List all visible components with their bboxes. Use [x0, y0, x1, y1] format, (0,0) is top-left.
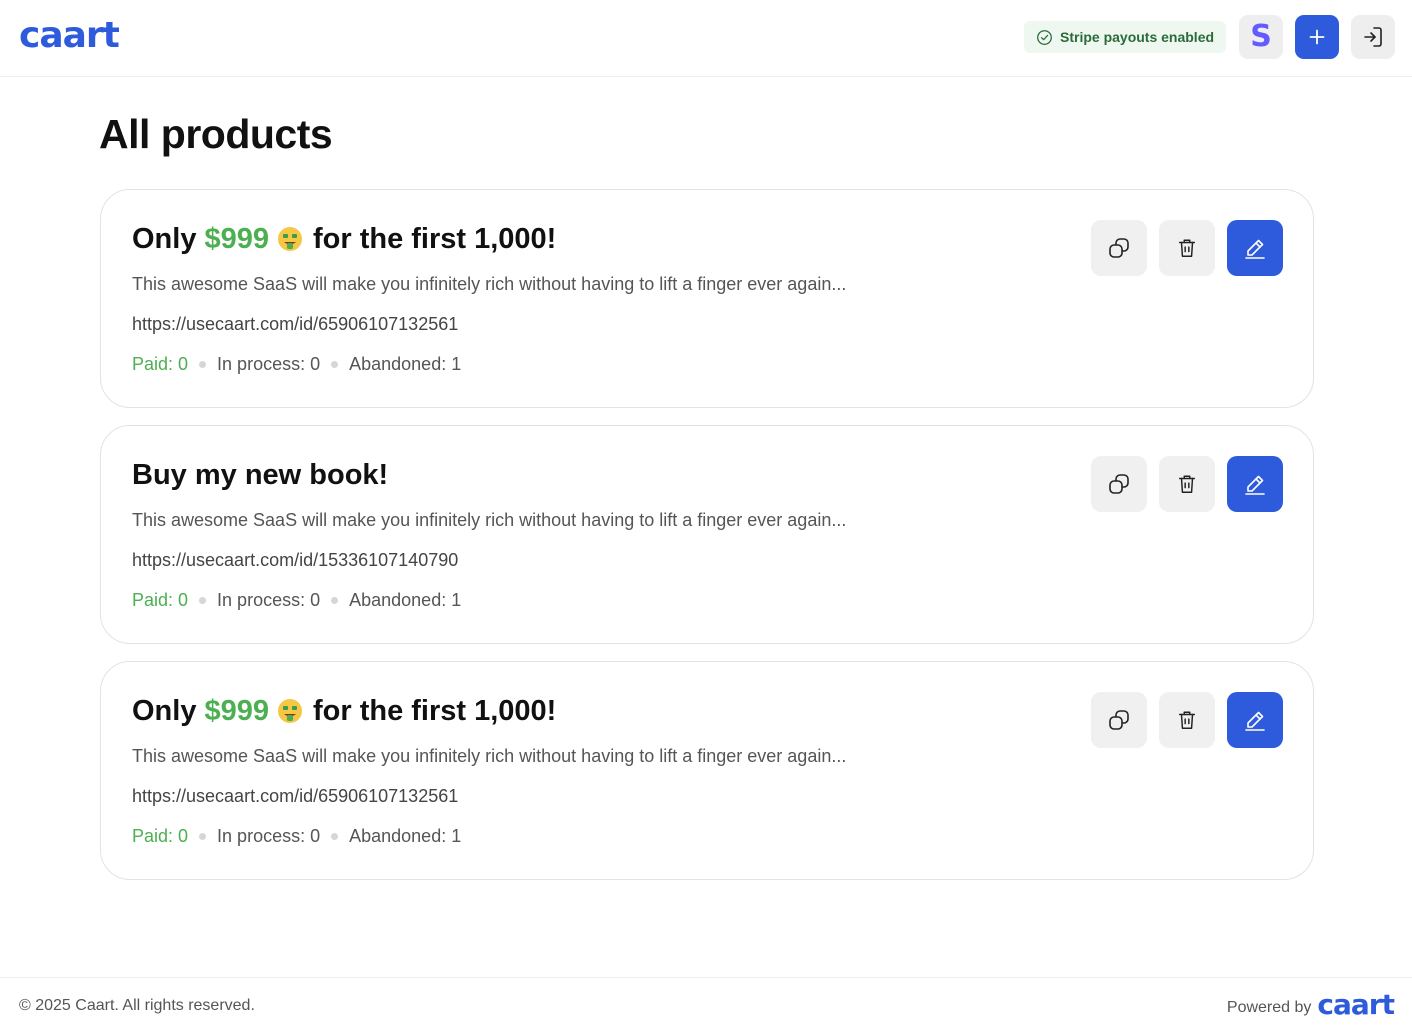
stripe-logo-icon: S	[1250, 19, 1272, 54]
copy-icon	[1109, 238, 1129, 258]
product-title: Buy my new book!	[132, 456, 388, 494]
title-suffix: for the first 1,000!	[312, 223, 557, 255]
abandoned-count: Abandoned: 1	[349, 826, 462, 846]
stripe-payouts-status-badge: Stripe payouts enabled	[1024, 21, 1227, 53]
product-stats: Paid: 0 In process: 0 Abandoned: 1	[132, 352, 461, 376]
title-suffix: for the first 1,000!	[312, 695, 557, 727]
product-card: Buy my new book! This awesome SaaS will …	[100, 425, 1314, 644]
powered-by: Powered by caart	[1226, 988, 1395, 1022]
page-footer: © 2025 Caart. All rights reserved. Power…	[0, 977, 1412, 1032]
stat-separator	[199, 832, 207, 840]
product-stats: Paid: 0 In process: 0 Abandoned: 1	[132, 588, 461, 612]
product-title: Only $999 for the first 1,000!	[132, 692, 556, 730]
product-url[interactable]: https://usecaart.com/id/15336107140790	[132, 548, 458, 572]
check-circle-icon	[1037, 29, 1052, 45]
copy-icon	[1109, 474, 1129, 494]
add-product-button[interactable]	[1295, 15, 1339, 59]
paid-count: Paid: 0	[132, 590, 189, 610]
stat-separator	[331, 596, 339, 604]
money-mouth-face-icon	[277, 227, 302, 251]
paid-count: Paid: 0	[132, 826, 189, 846]
stripe-dashboard-button[interactable]: S	[1239, 15, 1283, 59]
in-process-count: In process: 0	[217, 354, 321, 374]
copy-icon	[1109, 710, 1129, 730]
title-text: Buy my new book!	[132, 459, 389, 491]
pencil-icon	[1245, 475, 1265, 495]
product-actions	[1091, 456, 1283, 512]
powered-by-label: Powered by	[1226, 999, 1312, 1016]
product-description: This awesome SaaS will make you infinite…	[132, 746, 847, 766]
edit-button[interactable]	[1227, 456, 1283, 512]
stat-separator	[199, 360, 207, 368]
delete-button[interactable]	[1159, 692, 1215, 748]
login-button[interactable]	[1351, 15, 1395, 59]
pencil-icon	[1245, 239, 1265, 259]
top-header: caart Stripe payouts enabled S	[0, 0, 1412, 77]
plus-icon	[1309, 29, 1325, 45]
product-title: Only $999 for the first 1,000!	[132, 220, 556, 258]
stat-separator	[199, 596, 207, 604]
product-price: $999	[204, 223, 269, 255]
delete-button[interactable]	[1159, 220, 1215, 276]
product-description: This awesome SaaS will make you infinite…	[132, 510, 847, 530]
caart-logo[interactable]: caart	[19, 14, 120, 58]
abandoned-count: Abandoned: 1	[349, 354, 462, 374]
trash-icon	[1178, 711, 1196, 729]
product-card: Only $999 for the first 1,000! This awes…	[100, 189, 1314, 408]
paid-count: Paid: 0	[132, 354, 189, 374]
copyright-text: © 2025 Caart. All rights reserved.	[19, 997, 255, 1014]
product-actions	[1091, 220, 1283, 276]
in-process-count: In process: 0	[217, 590, 321, 610]
duplicate-button[interactable]	[1091, 456, 1147, 512]
stripe-status-label: Stripe payouts enabled	[1060, 29, 1215, 45]
pencil-icon	[1245, 711, 1265, 731]
product-url[interactable]: https://usecaart.com/id/65906107132561	[132, 312, 458, 336]
in-process-count: In process: 0	[217, 826, 321, 846]
caart-footer-logo[interactable]: caart	[1317, 988, 1395, 1022]
title-prefix: Only	[132, 695, 197, 727]
product-url[interactable]: https://usecaart.com/id/65906107132561	[132, 784, 458, 808]
page-title: All products	[99, 111, 333, 157]
duplicate-button[interactable]	[1091, 692, 1147, 748]
stat-separator	[331, 360, 339, 368]
product-description: This awesome SaaS will make you infinite…	[132, 274, 847, 294]
abandoned-count: Abandoned: 1	[349, 590, 462, 610]
product-stats: Paid: 0 In process: 0 Abandoned: 1	[132, 824, 461, 848]
product-card: Only $999 for the first 1,000! This awes…	[100, 661, 1314, 880]
edit-button[interactable]	[1227, 692, 1283, 748]
trash-icon	[1178, 475, 1196, 493]
duplicate-button[interactable]	[1091, 220, 1147, 276]
product-price: $999	[204, 695, 269, 727]
money-mouth-face-icon	[277, 699, 302, 723]
delete-button[interactable]	[1159, 456, 1215, 512]
edit-button[interactable]	[1227, 220, 1283, 276]
trash-icon	[1178, 239, 1196, 257]
title-prefix: Only	[132, 223, 197, 255]
stat-separator	[331, 832, 339, 840]
login-icon	[1364, 27, 1382, 47]
product-actions	[1091, 692, 1283, 748]
